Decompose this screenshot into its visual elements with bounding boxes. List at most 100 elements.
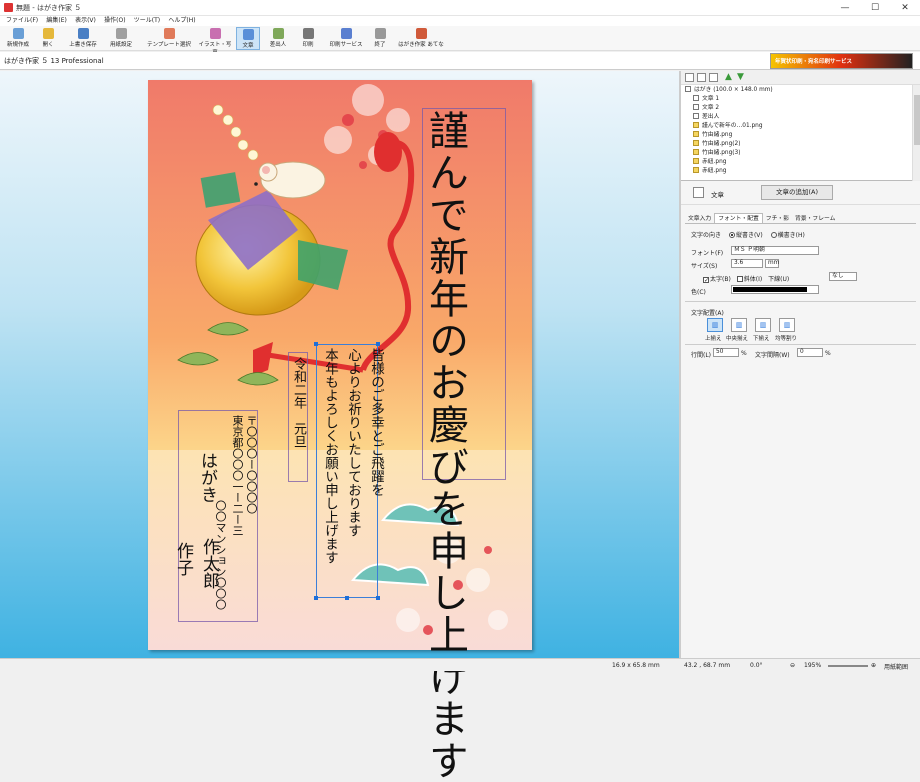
color-swatch <box>733 287 807 292</box>
tree-root-label: はがき (100.0 × 148.0 mm) <box>694 87 773 93</box>
sender-name-given[interactable]: 作太郎 <box>198 538 220 589</box>
image-object-icon <box>693 140 699 146</box>
toolbar-button-label: 上書き保存 <box>69 42 97 48</box>
zoom-slider[interactable] <box>828 665 868 667</box>
font-select[interactable]: ＭＳ Ｐ明朝 <box>731 246 819 255</box>
text-tool-icon <box>693 187 704 198</box>
print-icon <box>302 28 314 39</box>
canvas-area[interactable]: 謹んで新年のお慶びを申し上げます 皆様のご多幸とご飛躍を 心よりお祈りいたしてお… <box>0 71 679 782</box>
color-select[interactable] <box>731 285 819 294</box>
menu-edit[interactable]: 編集(E) <box>46 16 66 26</box>
tree-item[interactable]: 竹由緒.png(3) <box>693 149 740 158</box>
tree-item[interactable]: 文章 1 <box>693 95 719 104</box>
sender-address: 東京都〇〇〇一ー二ー三 <box>231 415 244 536</box>
tree-item[interactable]: 差出人 <box>693 113 719 122</box>
menu-operate[interactable]: 操作(O) <box>104 16 125 26</box>
align-justify-button[interactable]: ▥ <box>779 318 795 332</box>
tree-item-label: 赤紐.png <box>702 168 727 174</box>
tree-item-label: 竹由緒.png <box>702 132 733 138</box>
layer-view-icon[interactable] <box>685 73 694 82</box>
align-center-button[interactable]: ▥ <box>731 318 747 332</box>
zoom-in-icon[interactable]: ⊕ <box>871 662 876 669</box>
illustration-icon <box>209 28 221 39</box>
greeting-text[interactable]: 謹んで新年のお慶びを申し上げます <box>422 110 468 782</box>
maximize-button[interactable]: ☐ <box>860 0 890 16</box>
align-bottom-button[interactable]: ▥ <box>755 318 771 332</box>
fit-page-button[interactable]: 用紙範囲 <box>884 662 908 671</box>
tree-item[interactable]: 竹由緒.png(2) <box>693 140 740 149</box>
tree-item-label: 文章 1 <box>702 96 720 102</box>
char-spacing-input[interactable]: 0 <box>797 348 823 357</box>
toolbar-button-folder-open[interactable]: 開く <box>36 27 60 50</box>
move-down-icon[interactable]: ▼ <box>737 72 744 82</box>
size-unit-select[interactable]: mm <box>765 259 779 268</box>
close-button[interactable]: ✕ <box>890 0 920 16</box>
toolbar-button-address-app[interactable]: はがき作家 あてな <box>396 27 446 50</box>
bold-checkbox[interactable]: ✓太字(B) <box>703 276 731 284</box>
move-up-icon[interactable]: ▲ <box>725 72 732 82</box>
resize-handle[interactable] <box>376 342 380 346</box>
vertical-label: 縦書き(V) <box>735 232 763 239</box>
menu-help[interactable]: ヘルプ(H) <box>168 16 195 26</box>
toolbar-button-print-service[interactable]: 印刷サービス <box>326 27 366 50</box>
toolbar-button-paper-setup[interactable]: 用紙設定 <box>106 27 136 50</box>
toolbar-button-label: はがき作家 あてな <box>398 42 444 48</box>
resize-handle[interactable] <box>345 596 349 600</box>
line-spacing-input[interactable]: 50 <box>713 348 739 357</box>
body-line: 皆様のご多幸とご飛躍を <box>368 348 384 497</box>
tree-item[interactable]: 赤紐.png <box>693 158 726 167</box>
sender-name-family[interactable]: はがき <box>196 452 218 503</box>
bold-label: 太字(B) <box>710 276 731 283</box>
tree-root[interactable]: はがき (100.0 × 148.0 mm) <box>685 86 773 95</box>
tree-item[interactable]: 謹んで新年の…01.png <box>693 122 763 131</box>
resize-handle[interactable] <box>314 342 318 346</box>
toolbar-button-save[interactable]: 上書き保存 <box>64 27 102 50</box>
align-top-label: 上揃え <box>705 336 722 342</box>
tree-item[interactable]: 文章 2 <box>693 104 719 113</box>
sender-postal[interactable]: 〒〇〇〇ー〇〇〇〇 東京都〇〇〇一ー二ー三 <box>230 415 258 615</box>
toolbar-button-label: 用紙設定 <box>109 42 132 48</box>
align-top-button[interactable]: ▥ <box>707 318 723 332</box>
tree-scrollbar[interactable] <box>912 85 920 181</box>
toolbar-button-exit[interactable]: 終了 <box>370 27 390 50</box>
toolbar-button-template[interactable]: テンプレート選択 <box>146 27 192 50</box>
body-text[interactable]: 皆様のご多幸とご飛躍を 心よりお祈りいたしております 本年もよろしくお願い申し上… <box>318 348 387 578</box>
scroll-thumb[interactable] <box>914 95 920 145</box>
zoom-level: 195% <box>804 662 822 669</box>
text-object-icon <box>693 104 699 110</box>
toolbar-button-sender[interactable]: 差出人 <box>264 27 292 50</box>
tree-item[interactable]: 赤紐.png <box>693 167 726 176</box>
print-service-banner[interactable]: 年賀状印刷・宛名印刷サービス <box>770 53 913 69</box>
print-service-icon <box>340 28 352 39</box>
resize-handle[interactable] <box>314 596 318 600</box>
object-tree: はがき (100.0 × 148.0 mm) 文章 1 文章 2 差出人 謹んで… <box>681 85 920 181</box>
menu-file[interactable]: ファイル(F) <box>6 16 38 26</box>
zoom-out-icon[interactable]: ⊖ <box>790 662 795 669</box>
date-text[interactable]: 令和二年 元旦 <box>289 357 307 448</box>
menu-view[interactable]: 表示(V) <box>75 16 96 26</box>
page-view-icon[interactable] <box>697 73 706 82</box>
direction-label: 文字の向き <box>691 232 722 239</box>
body-line: 心よりお祈りいたしております <box>345 348 361 537</box>
toolbar-button-new-doc[interactable]: 新規作成 <box>4 27 32 50</box>
toolbar-button-text[interactable]: 文章 <box>236 27 260 50</box>
size-input[interactable]: 3.6 <box>731 259 763 268</box>
list-view-icon[interactable] <box>709 73 718 82</box>
add-text-button[interactable]: 文章の追加(A) <box>761 185 833 200</box>
menu-tools[interactable]: ツール(T) <box>134 16 160 26</box>
vertical-radio[interactable]: 縦書き(V) <box>728 232 763 239</box>
char-spacing-unit: % <box>825 350 831 357</box>
horizontal-radio[interactable]: 横書き(H) <box>770 232 805 239</box>
style-row: ✓太字(B) 斜体(I) 下線(U) <box>691 274 789 284</box>
toolbar-button-illustration[interactable]: イラスト・写真 <box>196 27 234 56</box>
toolbar-button-label: 印刷 <box>302 42 314 48</box>
minimize-button[interactable]: — <box>830 0 860 16</box>
horizontal-label: 横書き(H) <box>777 232 805 239</box>
tree-item[interactable]: 竹由緒.png <box>693 131 732 140</box>
postcard[interactable]: 謹んで新年のお慶びを申し上げます 皆様のご多幸とご飛躍を 心よりお祈りいたしてお… <box>148 80 532 782</box>
resize-handle[interactable] <box>376 596 380 600</box>
underline-select[interactable]: なし <box>829 272 857 281</box>
toolbar-button-print[interactable]: 印刷 <box>296 27 320 50</box>
italic-checkbox[interactable]: 斜体(I) <box>736 276 762 283</box>
sender-name-second[interactable]: 作子 <box>172 542 194 576</box>
